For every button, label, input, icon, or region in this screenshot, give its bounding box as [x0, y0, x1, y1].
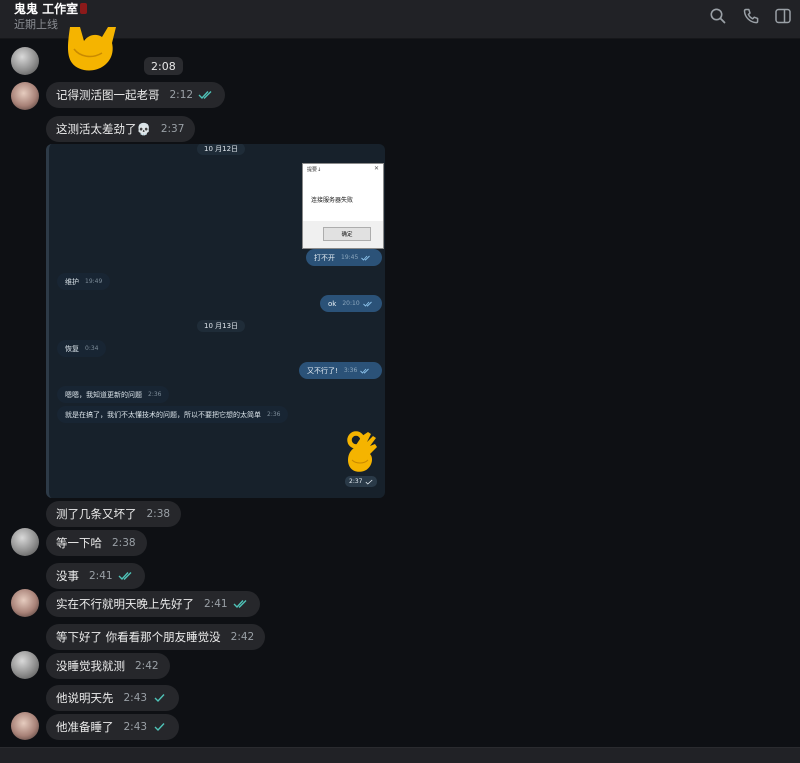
- close-icon: ✕: [373, 165, 379, 172]
- read-ticks-icon: [362, 301, 373, 307]
- embedded-message-in: 恢复 0:34: [57, 340, 107, 357]
- dialog-title: 提要↓: [307, 167, 322, 173]
- message-text: 恢复: [65, 344, 79, 353]
- message-time: 20:10: [342, 300, 360, 307]
- message-text: 又不行了!: [307, 366, 338, 375]
- message-time: 2:37: [160, 123, 185, 135]
- message-bubble[interactable]: 他准备睡了 2:43: [46, 714, 180, 740]
- message-bubble[interactable]: 测了几条又坏了 2:38: [46, 501, 182, 527]
- chat-header: 鬼鬼 工作室 近期上线: [0, 0, 800, 39]
- message-time: 2:12: [169, 89, 194, 101]
- message-text: 这测活太差劲了💀: [56, 122, 151, 136]
- phone-icon[interactable]: [741, 6, 761, 26]
- message-text: 没事: [56, 569, 79, 583]
- embedded-message-out: ok 20:10: [320, 295, 382, 312]
- message-time: 2:42: [135, 660, 159, 672]
- avatar[interactable]: [11, 528, 39, 556]
- message-time: 2:42: [230, 631, 255, 643]
- embedded-message-out: 打不开 19:45: [306, 249, 382, 266]
- message-time: 2:43: [123, 692, 148, 704]
- read-tick-icon: [152, 693, 168, 703]
- message-text: 就是在搞了，我们不太懂技术的问题，所以不要把它想的太简单: [65, 410, 261, 419]
- message-text: 打不开: [314, 253, 335, 262]
- message-bubble[interactable]: 这测活太差劲了💀 2:37: [46, 116, 196, 142]
- ok-hand-sticker[interactable]: [62, 27, 120, 75]
- search-icon[interactable]: [708, 6, 728, 26]
- dialog-message: 连接服务器失败: [311, 197, 354, 204]
- message-time: 2:36: [267, 411, 281, 418]
- message-text: 他说明天先: [56, 691, 114, 705]
- embedded-message-in: 就是在搞了，我们不太懂技术的问题，所以不要把它想的太简单 2:36: [57, 406, 289, 423]
- read-ticks-icon: [361, 255, 371, 261]
- message-bubble[interactable]: 没事 2:41: [46, 563, 145, 589]
- read-tick-icon: [365, 479, 373, 485]
- message-text: 没睡觉我就测: [56, 659, 125, 673]
- message-bubble[interactable]: 他说明天先 2:43: [46, 685, 180, 711]
- date-separator: 10 月13日: [197, 320, 246, 332]
- read-tick-icon: [152, 722, 168, 732]
- message-text: 维护: [65, 277, 79, 286]
- message-time: 2:43: [123, 721, 148, 733]
- message-text: 他准备睡了: [56, 720, 114, 734]
- message-text: 等下好了 你看看那个朋友睡觉没: [56, 630, 221, 644]
- message-time: 2:41: [89, 570, 113, 582]
- message-text: 等一下哈: [56, 536, 102, 550]
- message-time: 2:38: [146, 508, 171, 520]
- message-bubble[interactable]: 记得测活图一起老哥 2:12: [46, 82, 226, 108]
- message-time: 0:34: [85, 345, 99, 352]
- message-bubble[interactable]: 实在不行就明天晚上先好了 2:41: [46, 591, 260, 617]
- message-bubble[interactable]: 没睡觉我就测 2:42: [46, 653, 170, 679]
- avatar[interactable]: [11, 712, 39, 740]
- sticker-time: 2:08: [144, 57, 183, 75]
- message-text: 记得测活图一起老哥: [56, 88, 160, 102]
- message-time: 2:41: [204, 598, 228, 610]
- message-time: 19:45: [341, 254, 359, 261]
- read-ticks-icon: [118, 571, 134, 581]
- error-dialog-image: 提要↓ ✕ 连接服务器失败 确定: [302, 163, 384, 249]
- avatar[interactable]: [11, 82, 39, 110]
- message-text: 嗯嗯，我知道更新的问题: [65, 390, 142, 399]
- message-time: 2:38: [112, 537, 136, 549]
- embedded-screenshot[interactable]: 10 月12日 提要↓ ✕ 连接服务器失败 确定 打不开 19:45 维护 19…: [46, 144, 385, 498]
- read-ticks-icon: [360, 368, 370, 374]
- read-ticks-icon: [198, 90, 214, 100]
- avatar[interactable]: [11, 651, 39, 679]
- message-bubble[interactable]: 等下好了 你看看那个朋友睡觉没 2:42: [46, 624, 266, 650]
- message-list[interactable]: 2:08 记得测活图一起老哥 2:12 这测活太差劲了💀 2:37 10 月12…: [0, 27, 800, 747]
- message-text: ok: [328, 299, 337, 308]
- dialog-ok-button: 确定: [323, 227, 371, 241]
- sticker-time: 2:37: [345, 476, 378, 487]
- avatar[interactable]: [11, 47, 39, 75]
- message-time: 3:36: [343, 367, 358, 374]
- embedded-message-out: 又不行了! 3:36: [299, 362, 382, 379]
- message-text: 测了几条又坏了: [56, 507, 137, 521]
- embedded-message-in: 维护 19:49: [57, 273, 111, 290]
- message-text: 实在不行就明天晚上先好了: [56, 597, 194, 611]
- message-input-bar[interactable]: [0, 747, 800, 763]
- sidebar-toggle-icon[interactable]: [773, 6, 793, 26]
- dialog-footer: 确定: [303, 221, 383, 248]
- read-ticks-icon: [233, 599, 249, 609]
- ok-hand-sticker: [347, 431, 377, 472]
- message-time: 2:36: [148, 391, 162, 398]
- avatar[interactable]: [11, 589, 39, 617]
- chat-title[interactable]: 鬼鬼 工作室: [14, 0, 88, 17]
- date-separator: 10 月12日: [197, 144, 246, 155]
- chat-status: 近期上线: [14, 18, 58, 31]
- message-time: 19:49: [85, 278, 103, 285]
- recording-icon: [80, 3, 88, 14]
- embedded-message-in: 嗯嗯，我知道更新的问题 2:36: [57, 386, 170, 403]
- message-bubble[interactable]: 等一下哈 2:38: [46, 530, 147, 556]
